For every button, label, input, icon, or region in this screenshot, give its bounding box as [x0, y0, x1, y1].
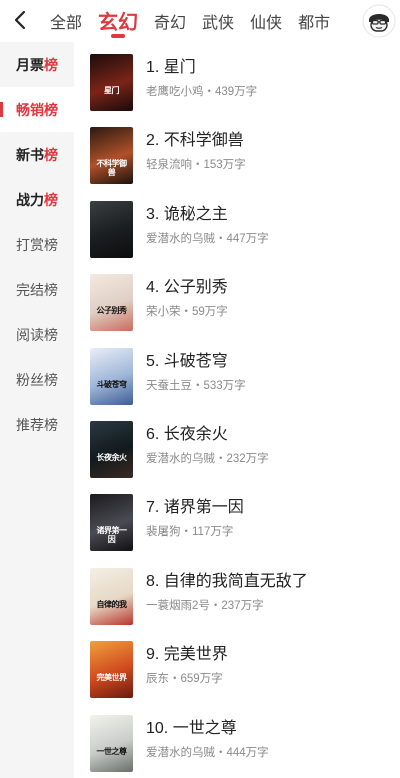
sidebar-item-label: 新书 — [16, 146, 44, 163]
book-info: 8. 自律的我简直无敌了一蓑烟雨2号・237万字 — [146, 568, 308, 613]
book-cover-title: 斗破苍穹 — [96, 379, 128, 389]
book-info: 4. 公子别秀荣小荣・59万字 — [146, 274, 228, 319]
book-info: 1. 星门老鹰吃小鸡・439万字 — [146, 54, 257, 99]
book-title: 1. 星门 — [146, 59, 196, 76]
sidebar-item-label: 粉丝榜 — [16, 371, 58, 388]
book-title: 4. 公子别秀 — [146, 279, 228, 297]
sidebar-item-suffix: 榜 — [44, 191, 58, 208]
sidebar-item-label: 畅销榜 — [16, 101, 58, 118]
book-cover-title: 自律的我 — [96, 599, 128, 609]
book-row[interactable]: 斗破苍穹 5. 斗破苍穹天蚕土豆・533万字 — [74, 336, 400, 409]
book-author-wordcount: 爱潜水的乌贼・232万字 — [146, 452, 269, 465]
sidebar-item-label: 打赏榜 — [16, 236, 58, 253]
book-title: 8. 自律的我简直无敌了 — [146, 572, 308, 590]
book-cover-image: 星门 — [90, 54, 133, 111]
chevron-left-icon[interactable] — [8, 7, 34, 33]
book-cover-title: 不科学御兽 — [96, 159, 128, 178]
sidebar-item-suffix: 榜 — [44, 146, 58, 163]
sidebar-item-7[interactable]: 粉丝榜 — [0, 357, 74, 402]
book-cover-title: 长夜余火 — [96, 452, 128, 462]
book-cover-image: 自律的我 — [90, 567, 133, 625]
book-author-wordcount: 裴屠狗・117万字 — [146, 526, 234, 539]
book-row[interactable]: 不科学御兽 2. 不科学御兽轻泉流响・153万字 — [74, 115, 400, 188]
book-title: 6. 长夜余火 — [146, 425, 228, 443]
sidebar-item-6[interactable]: 阅读榜 — [0, 312, 74, 357]
sidebar-item-label: 完结榜 — [16, 281, 58, 298]
book-title: 5. 斗破苍穹 — [146, 352, 228, 370]
book-author-wordcount: 爱潜水的乌贼・444万字 — [146, 746, 269, 759]
tab-5[interactable]: 都市 — [298, 0, 330, 42]
book-author-wordcount: 天蚕土豆・533万字 — [146, 379, 246, 392]
book-author-wordcount: 辰东・659万字 — [146, 673, 223, 686]
book-row[interactable]: 完美世界 9. 完美世界辰东・659万字 — [74, 629, 400, 702]
sidebar-item-label: 阅读榜 — [16, 326, 58, 343]
sidebar-item-5[interactable]: 完结榜 — [0, 267, 74, 312]
book-row[interactable]: 长夜余火 6. 长夜余火爱潜水的乌贼・232万字 — [74, 409, 400, 482]
book-author-wordcount: 爱潜水的乌贼・447万字 — [146, 232, 269, 245]
book-title: 10. 一世之尊 — [146, 719, 237, 737]
sidebar-item-3[interactable]: 战力榜 — [0, 177, 74, 222]
user-avatar-icon[interactable] — [362, 4, 396, 38]
book-title: 7. 诸界第一因 — [146, 499, 244, 517]
book-ranking-list: 星门 1. 星门老鹰吃小鸡・439万字不科学御兽 2. 不科学御兽轻泉流响・153万… — [74, 42, 400, 776]
sidebar-item-0[interactable]: 月票榜 — [0, 42, 74, 87]
category-tabs: 全部 玄幻 奇幻 武侠 仙侠 都市 — [50, 0, 330, 42]
book-cover-image: 斗破苍穹 — [90, 347, 133, 405]
book-info: 6. 长夜余火爱潜水的乌贼・232万字 — [146, 421, 269, 466]
book-cover-image — [90, 200, 133, 258]
book-title: 3. 诡秘之主 — [146, 205, 228, 223]
book-cover-image: 诸界第一因 — [90, 494, 133, 552]
book-row[interactable]: 公子别秀 4. 公子别秀荣小荣・59万字 — [74, 262, 400, 335]
book-title: 9. 完美世界 — [146, 646, 228, 664]
sidebar-item-2[interactable]: 新书榜 — [0, 132, 74, 177]
tab-0[interactable]: 全部 — [50, 0, 82, 42]
tab-1[interactable]: 玄幻 — [98, 0, 138, 42]
book-row[interactable]: 一世之尊 10. 一世之尊爱潜水的乌贼・444万字 — [74, 703, 400, 776]
book-row[interactable]: 星门 1. 星门老鹰吃小鸡・439万字 — [74, 42, 400, 115]
book-cover-image: 长夜余火 — [90, 420, 133, 478]
book-cover-title: 星门 — [104, 86, 120, 95]
sidebar-item-suffix: 榜 — [44, 56, 58, 73]
book-row[interactable]: 3. 诡秘之主爱潜水的乌贼・447万字 — [74, 189, 400, 262]
book-cover-image: 一世之尊 — [90, 714, 133, 772]
book-row[interactable]: 诸界第一因 7. 诸界第一因裴屠狗・117万字 — [74, 482, 400, 555]
book-info: 10. 一世之尊爱潜水的乌贼・444万字 — [146, 715, 269, 760]
sidebar-item-1[interactable]: 畅销榜 — [0, 87, 74, 132]
book-author-wordcount: 荣小荣・59万字 — [146, 306, 228, 319]
book-cover-image: 完美世界 — [90, 641, 133, 699]
book-cover-image: 不科学御兽 — [90, 127, 133, 185]
sidebar-item-label: 战力 — [16, 191, 44, 208]
sidebar-item-label: 推荐榜 — [16, 416, 58, 433]
book-title: 2. 不科学御兽 — [146, 132, 244, 150]
book-info: 2. 不科学御兽轻泉流响・153万字 — [146, 127, 246, 172]
book-cover-title: 公子别秀 — [96, 306, 128, 316]
tab-4[interactable]: 仙侠 — [250, 0, 282, 42]
sidebar-item-4[interactable]: 打赏榜 — [0, 222, 74, 267]
book-author-wordcount: 一蓑烟雨2号・237万字 — [146, 599, 264, 612]
book-row[interactable]: 自律的我 8. 自律的我简直无敌了一蓑烟雨2号・237万字 — [74, 556, 400, 629]
book-info: 3. 诡秘之主爱潜水的乌贼・447万字 — [146, 201, 269, 246]
ranking-sidebar: 月票榜畅销榜 新书榜战力榜打赏榜 完结榜 阅读榜 粉丝榜 推荐榜 — [0, 42, 74, 778]
book-cover-title: 完美世界 — [96, 673, 128, 683]
book-info: 5. 斗破苍穹天蚕土豆・533万字 — [146, 348, 246, 393]
book-cover-title: 诸界第一因 — [96, 526, 128, 545]
book-cover-image: 公子别秀 — [90, 274, 133, 332]
tab-2[interactable]: 奇幻 — [154, 0, 186, 42]
book-info: 9. 完美世界辰东・659万字 — [146, 641, 228, 686]
sidebar-item-label: 月票 — [16, 56, 44, 73]
book-author-wordcount: 轻泉流响・153万字 — [146, 159, 246, 172]
sidebar-item-8[interactable]: 推荐榜 — [0, 402, 74, 447]
book-info: 7. 诸界第一因裴屠狗・117万字 — [146, 494, 244, 539]
top-navigation: 全部 玄幻 奇幻 武侠 仙侠 都市 — [0, 0, 400, 42]
tab-3[interactable]: 武侠 — [202, 0, 234, 42]
book-author-wordcount: 老鹰吃小鸡・439万字 — [146, 86, 258, 98]
book-cover-title: 一世之尊 — [96, 746, 128, 756]
